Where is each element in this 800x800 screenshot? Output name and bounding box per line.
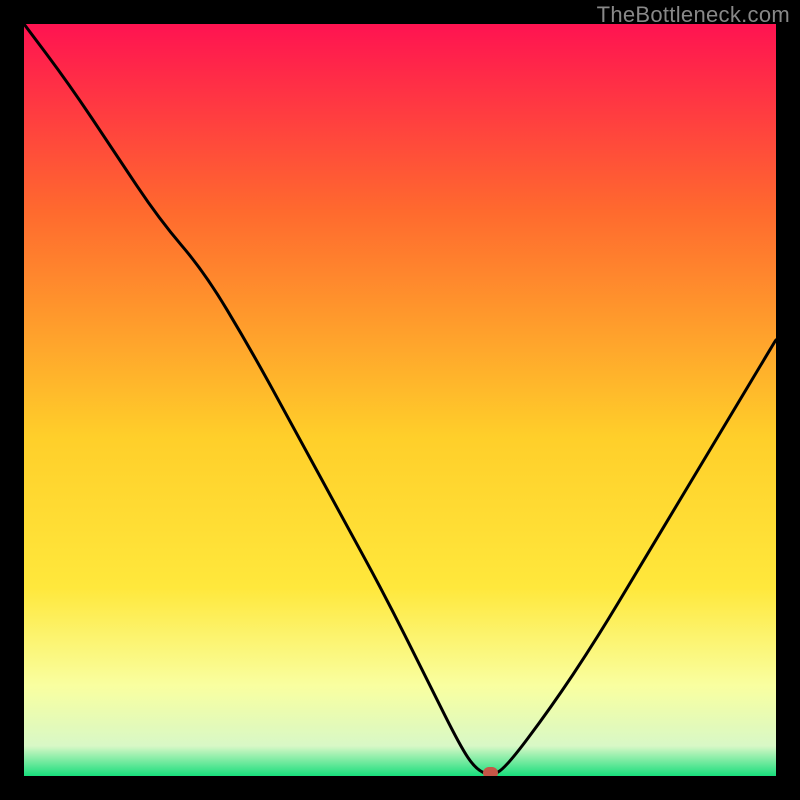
- chart-frame: TheBottleneck.com: [0, 0, 800, 800]
- watermark-text: TheBottleneck.com: [597, 2, 790, 28]
- optimum-marker-icon: [483, 767, 498, 776]
- bottleneck-line: [24, 24, 776, 776]
- plot-area: [24, 24, 776, 776]
